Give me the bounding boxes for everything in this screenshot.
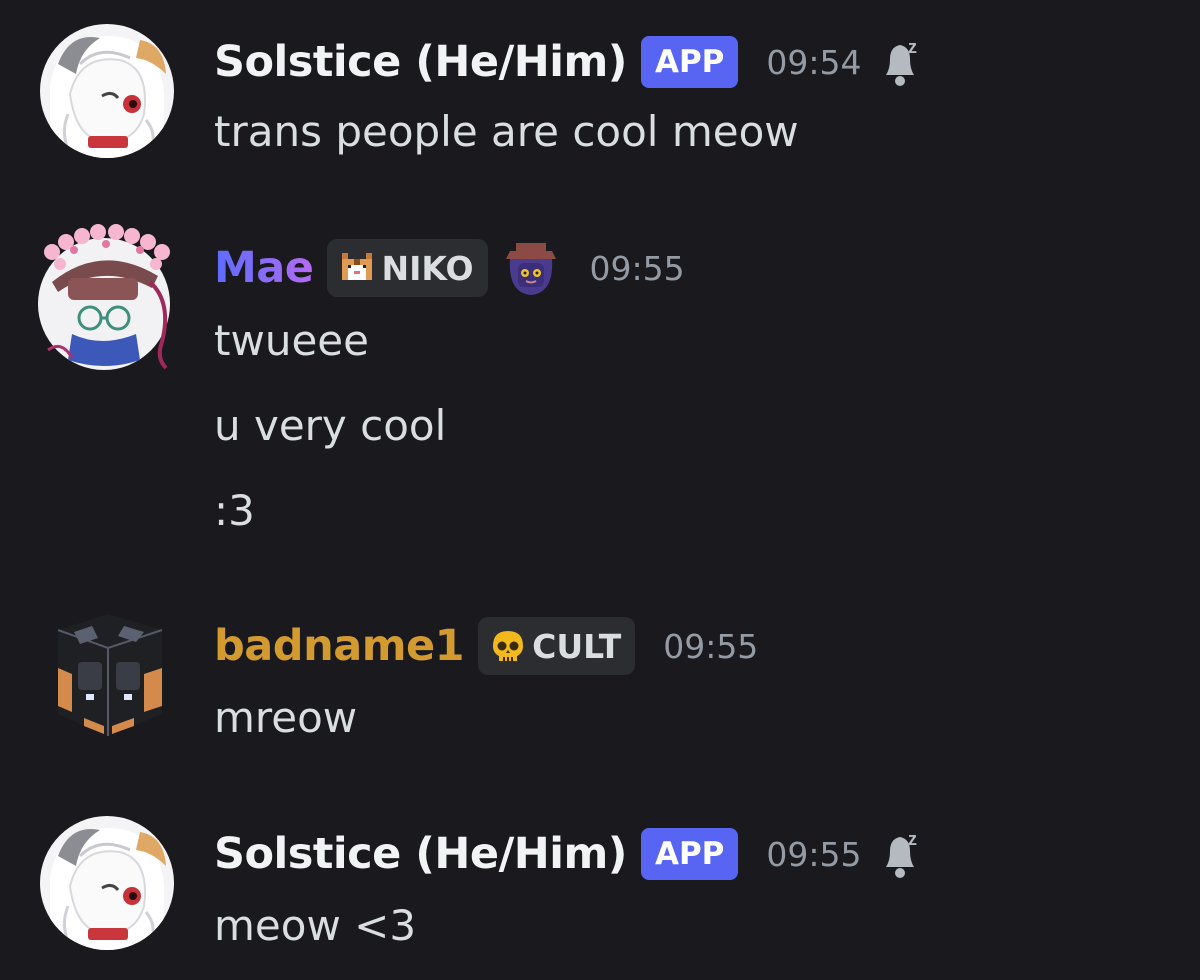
flower-crown-ghost-avatar-icon bbox=[38, 224, 170, 370]
role-tag[interactable]: NIKO bbox=[327, 239, 488, 297]
role-tag-label: CULT bbox=[532, 626, 622, 666]
message-header: Solstice (He/Him) APP 09:54 z bbox=[214, 30, 926, 94]
white-cat-girl-avatar-icon bbox=[40, 24, 174, 158]
role-tag-label: NIKO bbox=[381, 248, 474, 288]
timestamp[interactable]: 09:55 bbox=[766, 835, 861, 874]
avatar[interactable] bbox=[40, 608, 174, 742]
message-text: twueee bbox=[214, 316, 369, 365]
chat-message-list: Solstice (He/Him) APP 09:54 z trans peop… bbox=[0, 0, 1200, 980]
avatar[interactable] bbox=[40, 816, 174, 950]
timestamp[interactable]: 09:54 bbox=[766, 43, 861, 82]
username[interactable]: Solstice (He/Him) bbox=[214, 829, 627, 879]
app-badge: APP bbox=[640, 36, 739, 88]
message-text: u very cool bbox=[214, 401, 447, 450]
bell-snooze-icon: z bbox=[885, 37, 917, 86]
timestamp[interactable]: 09:55 bbox=[663, 627, 758, 666]
timestamp[interactable]: 09:55 bbox=[590, 249, 685, 288]
skull-icon bbox=[493, 631, 524, 661]
message-text: mreow bbox=[214, 693, 358, 742]
message-header: Mae NIKO 09:55 bbox=[214, 236, 685, 300]
message-text: trans people are cool meow bbox=[214, 107, 799, 156]
message-text: :3 bbox=[214, 486, 255, 535]
white-cat-girl-avatar-icon bbox=[40, 816, 174, 950]
avatar[interactable] bbox=[40, 24, 174, 158]
message-header: Solstice (He/Him) APP 09:55 z bbox=[214, 822, 926, 886]
username[interactable]: Mae bbox=[214, 243, 314, 293]
bell-snooze-icon: z bbox=[885, 829, 917, 878]
companion-cube-avatar-icon bbox=[57, 614, 163, 736]
message-header: badname1 CULT 09:55 bbox=[214, 614, 758, 678]
niko-character-icon bbox=[505, 243, 556, 295]
role-tag[interactable]: CULT bbox=[478, 617, 636, 675]
username[interactable]: Solstice (He/Him) bbox=[214, 37, 627, 87]
username[interactable]: badname1 bbox=[214, 621, 465, 671]
svg-text:z: z bbox=[908, 829, 917, 849]
svg-text:z: z bbox=[908, 37, 917, 57]
pixel-cat-icon bbox=[342, 253, 373, 280]
app-badge: APP bbox=[640, 828, 739, 880]
message-text: meow <3 bbox=[214, 901, 417, 950]
avatar[interactable] bbox=[38, 224, 174, 370]
